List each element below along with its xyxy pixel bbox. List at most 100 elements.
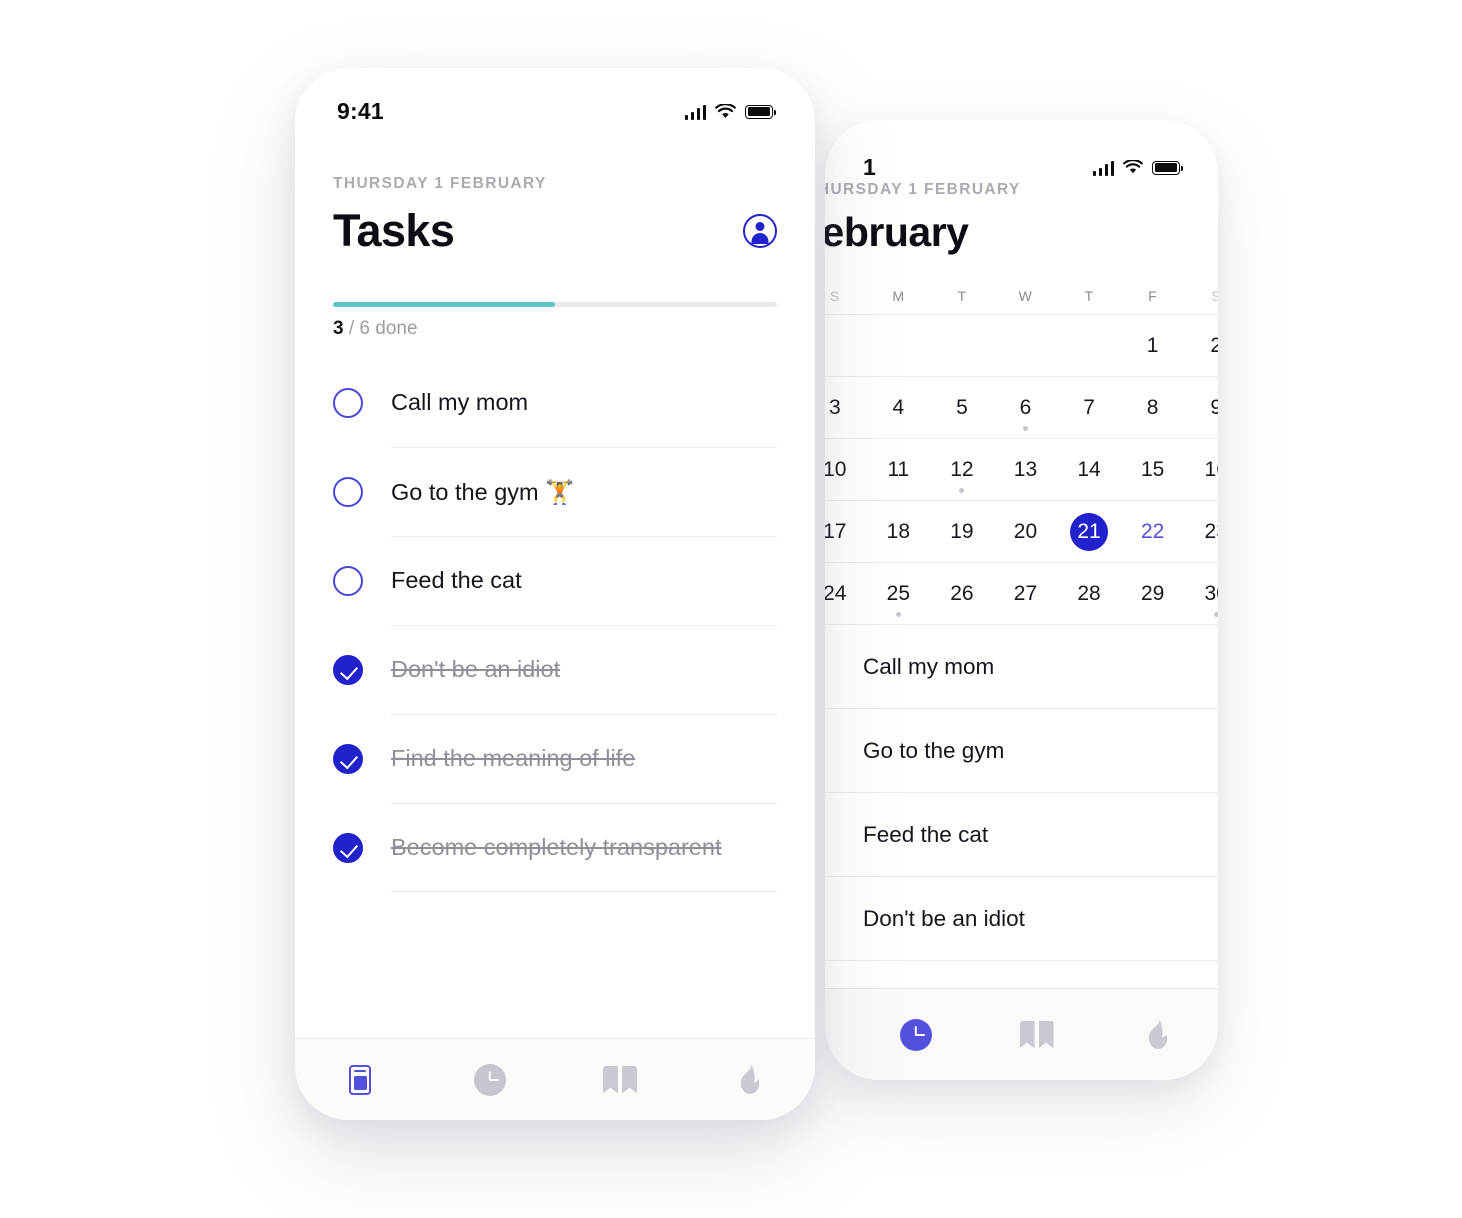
calendar-weekday-label: W (1018, 288, 1033, 304)
task-row[interactable]: Feed the cat (333, 536, 777, 625)
calendar-day[interactable]: 27 (993, 563, 1058, 625)
calendar-day[interactable]: 20 (993, 501, 1058, 563)
calendar-day-number: 19 (950, 519, 974, 543)
task-label: Feed the cat (391, 567, 522, 593)
task-row[interactable]: Don't be an idiot (333, 625, 777, 714)
checkbox-checked-icon[interactable] (333, 832, 363, 863)
calendar-day-number: 3 (828, 395, 841, 419)
calendar-day-number: 8 (1146, 395, 1159, 419)
calendar-day-number (879, 327, 917, 365)
calendar-day[interactable]: 19 (930, 501, 994, 563)
tasks-date-label: THURSDAY 1 FEBRUARY (333, 175, 547, 192)
calendar-date-label: THURSDAY 1 FEBRUARY (825, 181, 1021, 198)
tab-clock-front[interactable] (425, 1063, 555, 1096)
book-icon (603, 1065, 637, 1094)
tab-flame-front[interactable] (685, 1063, 815, 1096)
calendar-task-row[interactable]: Call my mom (825, 625, 1218, 709)
calendar-day[interactable]: 4 (866, 377, 931, 439)
calendar-day[interactable]: 12 (930, 439, 994, 501)
task-row[interactable]: Go to the gym 🏋️ (333, 447, 777, 536)
checkbox-checked-icon[interactable] (333, 743, 363, 774)
flame-icon (737, 1063, 763, 1096)
calendar-body: SMTWTFS 12345678910111213141516171819202… (825, 278, 1218, 961)
calendar-day[interactable]: 25 (866, 563, 931, 625)
task-row[interactable]: Call my mom (333, 358, 777, 447)
progress-bar-fill (333, 302, 555, 307)
battery-icon (1152, 160, 1184, 175)
calendar-day[interactable]: 22 (1120, 501, 1185, 563)
calendar-weekday-header: SMTWTFS (825, 278, 1218, 314)
calendar-day-number: 11 (887, 457, 910, 481)
tab-clock-back[interactable] (855, 1018, 976, 1051)
calendar-day[interactable]: 18 (866, 501, 931, 563)
calendar-day[interactable]: 29 (1120, 563, 1185, 625)
tab-bar-front[interactable] (295, 1038, 815, 1120)
task-label: Go to the gym 🏋️ (391, 478, 575, 505)
calendar-day-number: 2 (1210, 333, 1218, 357)
calendar-day[interactable]: 26 (930, 563, 994, 625)
calendar-day[interactable]: 30 (1184, 563, 1218, 625)
tab-book-front[interactable] (555, 1065, 685, 1094)
calendar-weekday-label: T (1084, 288, 1094, 304)
calendar-day-number: 6 (1019, 395, 1032, 419)
clock-icon (899, 1018, 932, 1051)
calendar-day-number: 28 (1077, 581, 1101, 605)
calendar-day[interactable]: 1 (1120, 315, 1185, 377)
tasks-title-row: Tasks (333, 205, 777, 257)
calendar-event-dot (1022, 426, 1028, 431)
flame-icon (1145, 1018, 1171, 1051)
calendar-day[interactable]: 24 (825, 563, 867, 625)
wifi-icon (1123, 160, 1143, 174)
calendar-task-row[interactable]: Feed the cat (825, 793, 1218, 877)
task-row[interactable]: Find the meaning of life (333, 714, 777, 803)
calendar-day[interactable]: 10 (825, 439, 867, 501)
calendar-day[interactable]: 13 (993, 439, 1058, 501)
checkbox-empty-icon[interactable] (333, 565, 363, 596)
calendar-day[interactable]: 7 (1057, 377, 1121, 439)
calendar-day-grid[interactable]: 1234567891011121314151617181920212223242… (825, 314, 1218, 625)
calendar-task-row[interactable]: Go to the gym (825, 709, 1218, 793)
calendar-day-number: 15 (1140, 457, 1165, 481)
calendar-day[interactable]: 11 (866, 439, 931, 501)
calendar-day[interactable]: 3 (825, 377, 867, 439)
calendar-day[interactable]: 16 (1184, 439, 1218, 501)
calendar-day[interactable]: 17 (825, 501, 867, 563)
tab-tasks-front[interactable] (295, 1064, 425, 1095)
calendar-day[interactable]: 23 (1184, 501, 1218, 563)
status-time-back: 1 (863, 154, 876, 180)
tab-book-back[interactable] (976, 1020, 1097, 1049)
calendar-task-row[interactable]: Don't be an idiot (825, 877, 1218, 961)
tasks-icon (349, 1064, 371, 1095)
calendar-day-number: 4 (892, 395, 905, 419)
calendar-day[interactable]: 6 (993, 377, 1058, 439)
tab-flame-back[interactable] (1097, 1018, 1218, 1051)
calendar-day[interactable]: 2 (1184, 315, 1218, 377)
checkbox-empty-icon[interactable] (333, 476, 363, 507)
checkbox-checked-icon[interactable] (333, 654, 363, 685)
calendar-day[interactable]: 14 (1057, 439, 1121, 501)
account-avatar-icon[interactable] (743, 214, 777, 248)
task-label: Become completely transparent (391, 834, 722, 860)
clock-icon (474, 1063, 506, 1096)
calendar-day-number: 23 (1204, 519, 1218, 543)
calendar-day[interactable]: 21 (1057, 501, 1121, 563)
calendar-day[interactable]: 8 (1120, 377, 1185, 439)
calendar-day-number (943, 327, 981, 365)
tab-bar-back[interactable] (825, 988, 1218, 1080)
calendar-screen: 1 THURSDAY 1 FEBRUARY February S M T W T F S (825, 120, 1218, 1080)
progress-bar (333, 302, 777, 307)
calendar-day[interactable]: 5 (930, 377, 994, 439)
signal-bars-icon (1092, 160, 1114, 176)
calendar-weekday-label: S (1211, 288, 1218, 304)
task-row[interactable]: Become completely transparent (333, 803, 777, 892)
calendar-day[interactable]: 9 (1184, 377, 1218, 439)
calendar-day[interactable]: 28 (1057, 563, 1121, 625)
calendar-weekday-label: M (892, 288, 905, 304)
wifi-icon (715, 103, 736, 118)
calendar-day[interactable]: 15 (1120, 439, 1185, 501)
checkbox-empty-icon[interactable] (333, 387, 363, 418)
task-label: Call my mom (391, 389, 529, 415)
tasks-content: THURSDAY 1 FEBRUARY Tasks 3 / 6 done Cal… (295, 125, 815, 892)
calendar-day-number: 26 (950, 581, 974, 605)
calendar-day-number: 9 (1210, 395, 1218, 419)
